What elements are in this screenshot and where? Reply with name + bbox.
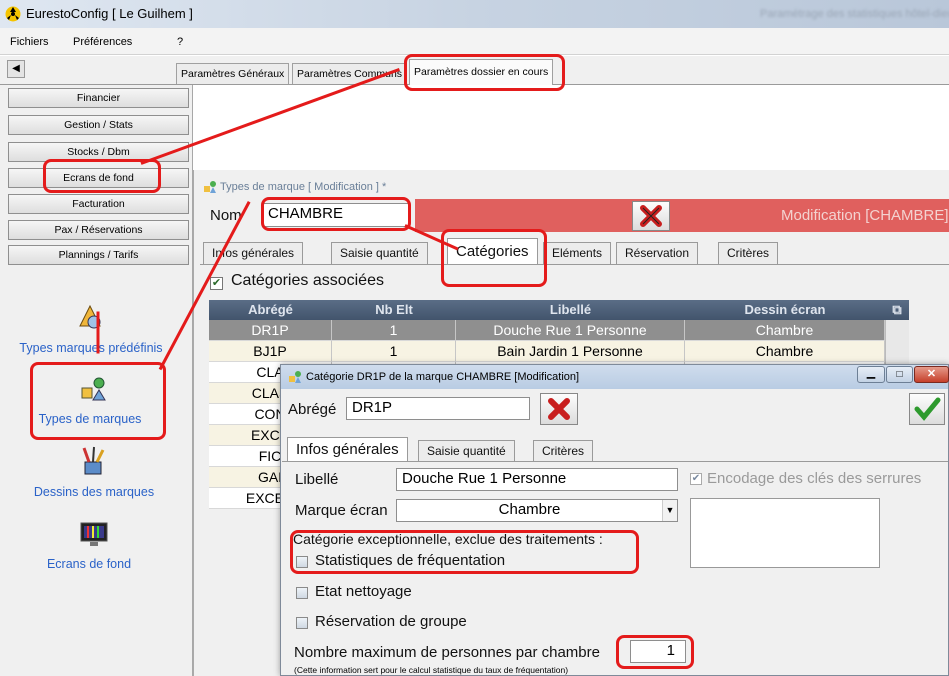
tab-saisie-quantite[interactable]: Saisie quantité bbox=[331, 242, 428, 264]
reservation-groupe-checkbox[interactable] bbox=[296, 617, 308, 629]
abrege-label: Abrégé bbox=[288, 401, 337, 418]
table-cell: Chambre bbox=[685, 341, 885, 362]
column-header-libelle[interactable]: Libellé bbox=[456, 300, 685, 320]
window-title: EurestoConfig [ Le Guilhem ] bbox=[26, 6, 193, 21]
tab-elements[interactable]: Eléments bbox=[543, 242, 612, 264]
column-header-dessin-ecran[interactable]: Dessin écran bbox=[685, 300, 885, 320]
column-header-nb-elt[interactable]: Nb Elt bbox=[332, 300, 456, 320]
paint-brushes-icon[interactable] bbox=[79, 446, 107, 476]
window-title: Types de marque [ Modification ] * bbox=[220, 181, 387, 193]
sidebar-button-pax-reservations[interactable]: Pax / Réservations bbox=[8, 220, 189, 240]
highlight-categories-tab bbox=[441, 229, 547, 287]
maximize-button[interactable]: □ bbox=[886, 366, 913, 383]
chevron-left-icon: ◀ bbox=[12, 63, 20, 74]
menu-bar: Fichiers Préférences ? bbox=[0, 28, 949, 55]
monitor-icon[interactable] bbox=[79, 521, 109, 549]
dialog-ok-button[interactable] bbox=[909, 393, 945, 425]
types-marques-predefinis-link[interactable]: Types marques prédéfinis bbox=[6, 341, 176, 355]
libelle-input[interactable]: Douche Rue 1 Personne bbox=[396, 468, 678, 491]
highlight-nom bbox=[261, 197, 411, 231]
sidebar-button-plannings-tarifs[interactable]: Plannings / Tarifs bbox=[8, 245, 189, 265]
preview-box bbox=[690, 498, 880, 568]
tab-divider bbox=[282, 461, 948, 462]
tab-parametres-generaux[interactable]: Paramètres Généraux bbox=[176, 63, 290, 84]
highlight-statistiques bbox=[290, 530, 639, 574]
shapes-icon bbox=[204, 181, 216, 193]
dialog-tab-saisie-quantite[interactable]: Saisie quantité bbox=[418, 440, 515, 461]
dialog-tab-criteres[interactable]: Critères bbox=[533, 440, 594, 461]
window-title-right: Paramétrage des statistiques hôtel-dieu bbox=[760, 8, 949, 20]
etat-nettoyage-checkbox[interactable] bbox=[296, 587, 308, 599]
minimize-icon: ▁ bbox=[866, 367, 876, 379]
checkmark-icon bbox=[914, 397, 941, 421]
abrege-input[interactable]: DR1P bbox=[346, 397, 530, 420]
minimize-button[interactable]: ▁ bbox=[857, 366, 885, 383]
dialog-close-button[interactable]: ✕ bbox=[914, 366, 949, 383]
table-cell: Douche Rue 1 Personne bbox=[456, 320, 685, 341]
max-personnes-note: (Cette information sert pour le calcul s… bbox=[294, 665, 569, 675]
column-options-icon[interactable]: ⧉ bbox=[885, 300, 909, 320]
cancel-button[interactable] bbox=[632, 201, 670, 231]
encodage-checkbox[interactable]: ✔ bbox=[690, 473, 702, 485]
reservation-groupe-label: Réservation de groupe bbox=[315, 613, 467, 630]
sidebar-button-facturation[interactable]: Facturation bbox=[8, 194, 189, 214]
window-titlebar: EurestoConfig [ Le Guilhem ] Paramétrage… bbox=[0, 0, 949, 28]
highlight-tab-dossier bbox=[404, 54, 565, 91]
shapes-icon bbox=[289, 371, 301, 383]
table-cell: 1 bbox=[332, 341, 456, 362]
annotation-line bbox=[96, 311, 100, 354]
table-cell: Chambre bbox=[685, 320, 885, 341]
menu-help[interactable]: ? bbox=[177, 36, 183, 48]
tab-divider bbox=[200, 264, 949, 265]
menu-fichiers[interactable]: Fichiers bbox=[10, 36, 49, 48]
tab-reservation[interactable]: Réservation bbox=[616, 242, 699, 264]
dessins-des-marques-link[interactable]: Dessins des marques bbox=[14, 485, 174, 499]
encodage-label: Encodage des clés des serrures bbox=[707, 470, 922, 487]
status-text: Modification [CHAMBRE] bbox=[781, 207, 949, 224]
close-icon bbox=[548, 398, 570, 420]
table-cell: DR1P bbox=[209, 320, 332, 341]
marque-ecran-select[interactable]: Chambre bbox=[396, 499, 678, 522]
table-cell: Bain Jardin 1 Personne bbox=[456, 341, 685, 362]
table-cell: BJ1P bbox=[209, 341, 332, 362]
libelle-label: Libellé bbox=[295, 471, 339, 488]
etat-nettoyage-label: Etat nettoyage bbox=[315, 583, 412, 600]
app-icon bbox=[5, 6, 21, 22]
categories-associees-label: Catégories associées bbox=[231, 272, 384, 289]
max-personnes-label: Nombre maximum de personnes par chambre bbox=[294, 644, 600, 661]
dialog-tab-infos-generales[interactable]: Infos générales bbox=[287, 437, 408, 461]
close-icon: ✕ bbox=[926, 368, 937, 380]
dialog-title: Catégorie DR1P de la marque CHAMBRE [Mod… bbox=[306, 371, 580, 383]
chevron-down-icon[interactable]: ▼ bbox=[662, 500, 677, 521]
column-header-abrege[interactable]: Abrégé bbox=[209, 300, 332, 320]
highlight-max-personnes bbox=[616, 635, 694, 669]
menu-preferences[interactable]: Préférences bbox=[73, 36, 132, 48]
dialog-cancel-button[interactable] bbox=[540, 393, 578, 425]
collapse-left-button[interactable]: ◀ bbox=[7, 60, 25, 78]
shapes-icon[interactable] bbox=[76, 302, 104, 330]
tab-criteres[interactable]: Critères bbox=[718, 242, 779, 264]
categories-associees-checkbox[interactable]: ✔ bbox=[210, 277, 223, 290]
table-cell: 1 bbox=[332, 320, 456, 341]
sidebar-button-financier[interactable]: Financier bbox=[8, 88, 189, 108]
close-icon bbox=[640, 205, 662, 227]
marque-ecran-label: Marque écran bbox=[295, 502, 388, 519]
maximize-icon: □ bbox=[896, 369, 903, 380]
ecrans-de-fond-link[interactable]: Ecrans de fond bbox=[24, 557, 154, 571]
sidebar-button-gestion-stats[interactable]: Gestion / Stats bbox=[8, 115, 189, 135]
highlight-types-de-marques bbox=[30, 362, 166, 440]
